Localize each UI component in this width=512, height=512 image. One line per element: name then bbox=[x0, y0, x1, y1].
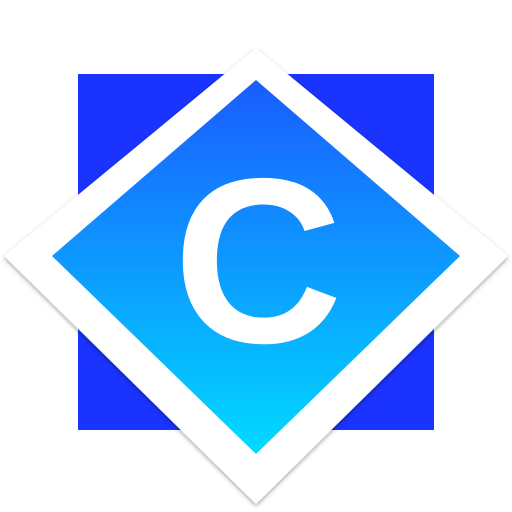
logo-letter: C bbox=[173, 129, 343, 392]
logo-graphic: C bbox=[4, 48, 508, 504]
app-logo: C bbox=[0, 0, 512, 512]
